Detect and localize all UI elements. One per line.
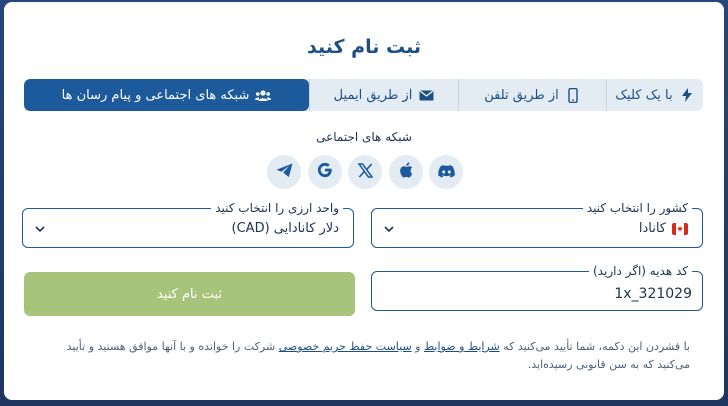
envelope-icon <box>418 87 434 103</box>
apple-icon <box>399 162 413 182</box>
phone-icon <box>565 87 581 103</box>
country-select[interactable]: کشور را انتخاب کنید کانادا <box>371 201 703 248</box>
promo-code-field[interactable]: کد هدیه (اگر دارید) 1x_321029 <box>371 264 703 311</box>
users-icon <box>255 87 272 103</box>
registration-tabs: با یک کلیک از طریق تلفن از طریق ایمیل شب… <box>24 79 703 111</box>
modal-title: ثبت نام کنید <box>307 36 421 58</box>
canada-flag-icon <box>672 222 688 235</box>
apple-button[interactable] <box>388 155 423 189</box>
tab-phone[interactable]: از طریق تلفن <box>458 79 606 111</box>
social-networks-label: شبکه های اجتماعی <box>316 130 412 144</box>
lightning-icon <box>679 87 695 103</box>
x-icon <box>357 162 373 182</box>
tab-social-messengers[interactable]: شبکه های اجتماعی و پیام رسان ها <box>24 79 309 111</box>
promo-code-label: کد هدیه (اگر دارید) <box>589 264 692 278</box>
privacy-policy-link[interactable]: سیاست حفظ حریم خصوصی <box>279 340 412 353</box>
register-submit-button[interactable]: ثبت نام کنید <box>24 272 355 316</box>
tab-one-click[interactable]: با یک کلیک <box>606 79 703 111</box>
terms-and-conditions-link[interactable]: شرایط و ضوابط <box>424 340 500 353</box>
chevron-down-icon <box>35 226 45 233</box>
google-button[interactable] <box>307 155 342 189</box>
terms-notice: با فشردن این دکمه، شما تأیید می‌کنید که … <box>66 340 690 371</box>
currency-select-label: واحد ارزی را انتخاب کنید <box>211 201 343 215</box>
tab-email[interactable]: از طریق ایمیل <box>309 79 458 111</box>
tab-label: شبکه های اجتماعی و پیام رسان ها <box>61 87 250 103</box>
chevron-down-icon <box>384 226 394 233</box>
promo-code-value: 1x_321029 <box>614 286 692 302</box>
discord-button[interactable] <box>429 155 463 189</box>
currency-select-value: دلار کانادایی (CAD) <box>231 221 339 236</box>
social-buttons <box>267 155 463 189</box>
country-select-label: کشور را انتخاب کنید <box>582 201 692 215</box>
tab-label: از طریق تلفن <box>484 87 559 103</box>
tab-label: با یک کلیک <box>615 87 673 103</box>
google-icon <box>317 162 333 182</box>
currency-select[interactable]: واحد ارزی را انتخاب کنید دلار کانادایی (… <box>22 201 354 248</box>
discord-icon <box>437 163 455 182</box>
telegram-icon <box>276 163 293 182</box>
telegram-button[interactable] <box>267 155 301 189</box>
x-button[interactable] <box>348 155 382 189</box>
registration-modal: ثبت نام کنید با یک کلیک از طریق تلفن از … <box>4 2 724 400</box>
country-select-value: کانادا <box>638 221 666 236</box>
tab-label: از طریق ایمیل <box>333 87 413 103</box>
